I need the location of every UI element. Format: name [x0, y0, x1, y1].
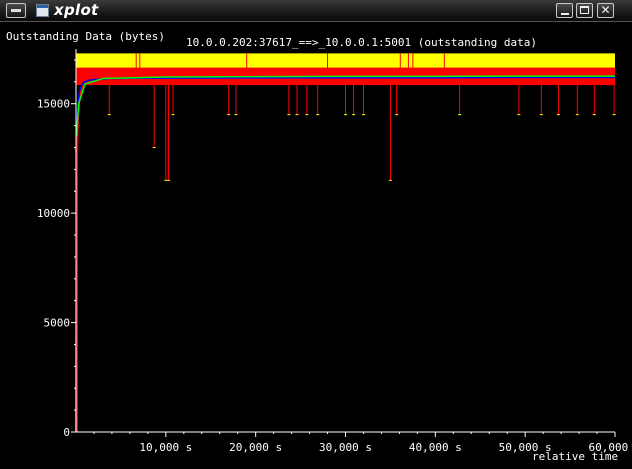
minimize-icon[interactable] [556, 3, 573, 18]
x-tick-label: 30,000 s [319, 441, 372, 454]
y-tick-label: 10000 [37, 207, 70, 220]
y-axis-label: Outstanding Data (bytes) [6, 30, 165, 43]
xplot-app-icon [36, 4, 49, 17]
y-tick-label: 5000 [44, 317, 71, 330]
x-tick-label: 20,000 s [229, 441, 282, 454]
close-icon[interactable]: ✕ [597, 3, 614, 18]
window-menu-icon[interactable] [6, 3, 26, 18]
chart-title: 10.0.0.202:37617_==>_10.0.0.1:5001 (outs… [186, 36, 537, 49]
x-tick-label: 10,000 s [139, 441, 192, 454]
title-bar[interactable]: xplot ✕ [0, 0, 632, 22]
xplot-window: xplot ✕ 0 5000 10000 15000 10,000 s 20,000 s 3… [0, 0, 632, 469]
window-title: xplot [54, 1, 99, 19]
x-tick-label: 40,000 s [409, 441, 462, 454]
plot-canvas[interactable]: 0 5000 10000 15000 10,000 s 20,000 s 30,000 s 4… [0, 22, 632, 469]
chart[interactable]: 0 5000 10000 15000 10,000 s 20,000 s 30,000 s 4… [0, 22, 632, 469]
maximize-icon[interactable] [576, 3, 593, 18]
y-tick-label: 15000 [37, 98, 70, 111]
x-axis-label: relative time [532, 450, 619, 463]
y-tick-label: 0 [63, 426, 70, 439]
outstanding-series [75, 73, 615, 433]
